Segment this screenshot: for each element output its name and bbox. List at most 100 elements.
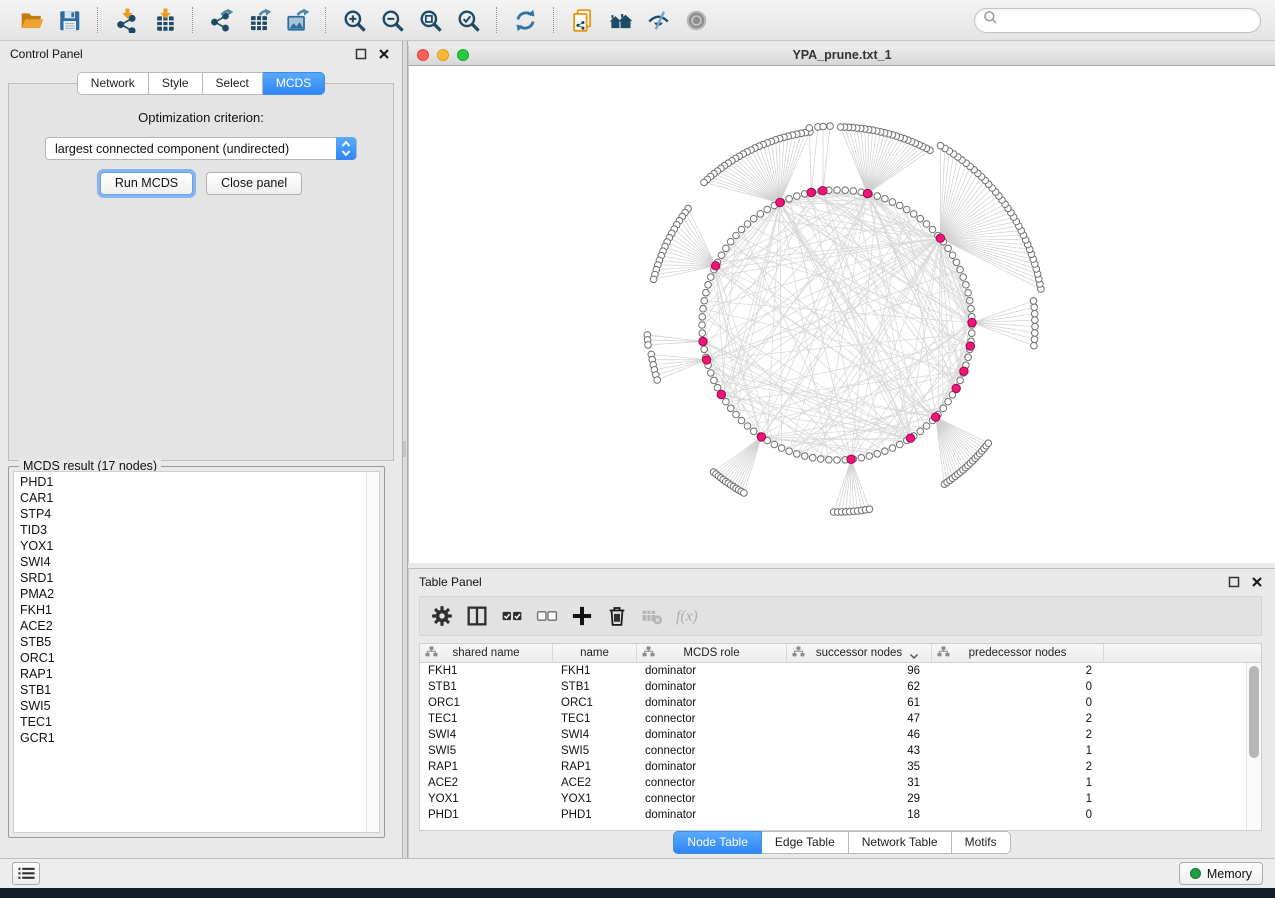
mcds-result-item[interactable]: STB1	[20, 682, 361, 698]
table-row[interactable]: PHD1PHD1dominator180	[420, 807, 1246, 823]
show-eye-icon[interactable]	[681, 5, 711, 35]
table-row[interactable]: ORC1ORC1dominator610	[420, 695, 1246, 711]
column-header-name[interactable]: name	[553, 644, 637, 662]
zoom-in-icon[interactable]	[339, 5, 369, 35]
columns-icon[interactable]	[463, 602, 491, 630]
main-toolbar	[0, 0, 1275, 41]
tab-network-table[interactable]: Network Table	[849, 831, 952, 854]
shared-column-icon	[937, 646, 950, 661]
open-file-icon[interactable]	[16, 5, 46, 35]
close-panel-button[interactable]: Close panel	[206, 172, 302, 195]
table-scrollbar-thumb[interactable]	[1249, 666, 1259, 758]
zoom-fit-icon[interactable]	[415, 5, 445, 35]
tab-network[interactable]: Network	[77, 72, 149, 95]
network-canvas[interactable]	[409, 66, 1275, 563]
task-history-button[interactable]	[12, 862, 40, 885]
table-cell: dominator	[637, 665, 787, 677]
column-header-successor-nodes[interactable]: successor nodes	[787, 644, 932, 662]
mcds-result-item[interactable]: CAR1	[20, 490, 361, 506]
mcds-result-item[interactable]: ACE2	[20, 618, 361, 634]
search-box[interactable]	[974, 8, 1261, 33]
control-panel: Control Panel NetworkStyleSelectMCDS Opt…	[0, 41, 403, 858]
mcds-result-list[interactable]: PHD1CAR1STP4TID3YOX1SWI4SRD1PMA2FKH1ACE2…	[13, 471, 380, 833]
table-row[interactable]: TEC1TEC1connector472	[420, 711, 1246, 727]
mcds-result-item[interactable]: RAP1	[20, 666, 361, 682]
column-header-shared-name[interactable]: shared name	[420, 644, 553, 662]
table-cell: dominator	[637, 729, 787, 741]
optimization-criterion-value: largest connected component (undirected)	[55, 142, 289, 156]
tab-node-table[interactable]: Node Table	[673, 831, 762, 854]
search-icon	[983, 10, 998, 30]
mcds-result-item[interactable]: PMA2	[20, 586, 361, 602]
mcds-result-item[interactable]: YOX1	[20, 538, 361, 554]
node-table-body: FKH1FKH1dominator962STB1STB1dominator620…	[420, 663, 1246, 830]
zoom-out-icon[interactable]	[377, 5, 407, 35]
export-table-icon[interactable]	[244, 5, 274, 35]
minimize-window-icon[interactable]	[437, 49, 449, 61]
tab-edge-table[interactable]: Edge Table	[762, 831, 849, 854]
optimization-criterion-select[interactable]: largest connected component (undirected)	[45, 137, 357, 160]
mcds-result-item[interactable]: PHD1	[20, 474, 361, 490]
delete-icon[interactable]	[603, 602, 631, 630]
save-session-icon[interactable]	[54, 5, 84, 35]
run-mcds-button[interactable]: Run MCDS	[100, 172, 193, 195]
export-image-icon[interactable]	[282, 5, 312, 35]
table-row[interactable]: SWI4SWI4dominator462	[420, 727, 1246, 743]
close-table-panel-icon[interactable]	[1249, 574, 1265, 590]
refresh-icon[interactable]	[510, 5, 540, 35]
float-table-panel-icon[interactable]	[1226, 574, 1242, 590]
table-row[interactable]: ACE2ACE2connector311	[420, 775, 1246, 791]
splitter-grip[interactable]	[403, 441, 406, 457]
network-window-titlebar[interactable]: YPA_prune.txt_1	[409, 45, 1275, 66]
mcds-result-item[interactable]: SRD1	[20, 570, 361, 586]
mcds-result-item[interactable]: STP4	[20, 506, 361, 522]
node-table-header: shared namenameMCDS role successor nodes p…	[420, 644, 1261, 663]
mcds-result-item[interactable]: GCR1	[20, 730, 361, 746]
mcds-result-item[interactable]: TID3	[20, 522, 361, 538]
network-graph[interactable]	[409, 66, 1275, 563]
close-window-icon[interactable]	[417, 49, 429, 61]
export-network-icon[interactable]	[206, 5, 236, 35]
column-header-MCDS-role[interactable]: MCDS role	[637, 644, 787, 662]
tab-select[interactable]: Select	[203, 72, 263, 95]
column-header-predecessor-nodes[interactable]: predecessor nodes	[932, 644, 1104, 662]
table-scrollbar[interactable]	[1246, 663, 1261, 830]
tab-mcds[interactable]: MCDS	[263, 72, 325, 95]
close-panel-icon[interactable]	[376, 46, 392, 62]
hide-annotations-icon[interactable]	[643, 5, 673, 35]
table-row[interactable]: RAP1RAP1dominator352	[420, 759, 1246, 775]
tab-motifs[interactable]: Motifs	[952, 831, 1011, 854]
table-cell: TEC1	[420, 713, 553, 725]
mcds-result-item[interactable]: SWI4	[20, 554, 361, 570]
column-label: successor nodes	[816, 647, 902, 659]
search-input[interactable]	[1004, 13, 1252, 27]
network-document-icon[interactable]	[567, 5, 597, 35]
gear-icon[interactable]	[428, 602, 456, 630]
import-table-icon[interactable]	[149, 5, 179, 35]
mcds-result-item[interactable]: TEC1	[20, 714, 361, 730]
mcds-result-item[interactable]: SWI5	[20, 698, 361, 714]
memory-button[interactable]: Memory	[1179, 862, 1263, 885]
mcds-result-item[interactable]: ORC1	[20, 650, 361, 666]
table-row[interactable]: FKH1FKH1dominator962	[420, 663, 1246, 679]
zoom-window-icon[interactable]	[457, 49, 469, 61]
table-cell: connector	[637, 793, 787, 805]
mcds-list-scrollbar[interactable]	[366, 472, 379, 832]
mcds-result-item[interactable]: FKH1	[20, 602, 361, 618]
first-neighbors-icon[interactable]	[605, 5, 635, 35]
select-all-icon[interactable]	[498, 602, 526, 630]
zoom-selected-icon[interactable]	[453, 5, 483, 35]
add-icon[interactable]	[568, 602, 596, 630]
import-network-icon[interactable]	[111, 5, 141, 35]
deselect-all-icon[interactable]	[533, 602, 561, 630]
mcds-result-item[interactable]: STB5	[20, 634, 361, 650]
table-cell: SWI4	[420, 729, 553, 741]
table-row[interactable]: YOX1YOX1connector291	[420, 791, 1246, 807]
memory-label: Memory	[1207, 867, 1252, 881]
table-row[interactable]: SWI5SWI5connector431	[420, 743, 1246, 759]
tab-style[interactable]: Style	[149, 72, 203, 95]
node-table: shared namenameMCDS role successor nodes p…	[419, 643, 1262, 831]
table-cell: 31	[787, 777, 932, 789]
float-panel-icon[interactable]	[353, 46, 369, 62]
table-row[interactable]: STB1STB1dominator620	[420, 679, 1246, 695]
